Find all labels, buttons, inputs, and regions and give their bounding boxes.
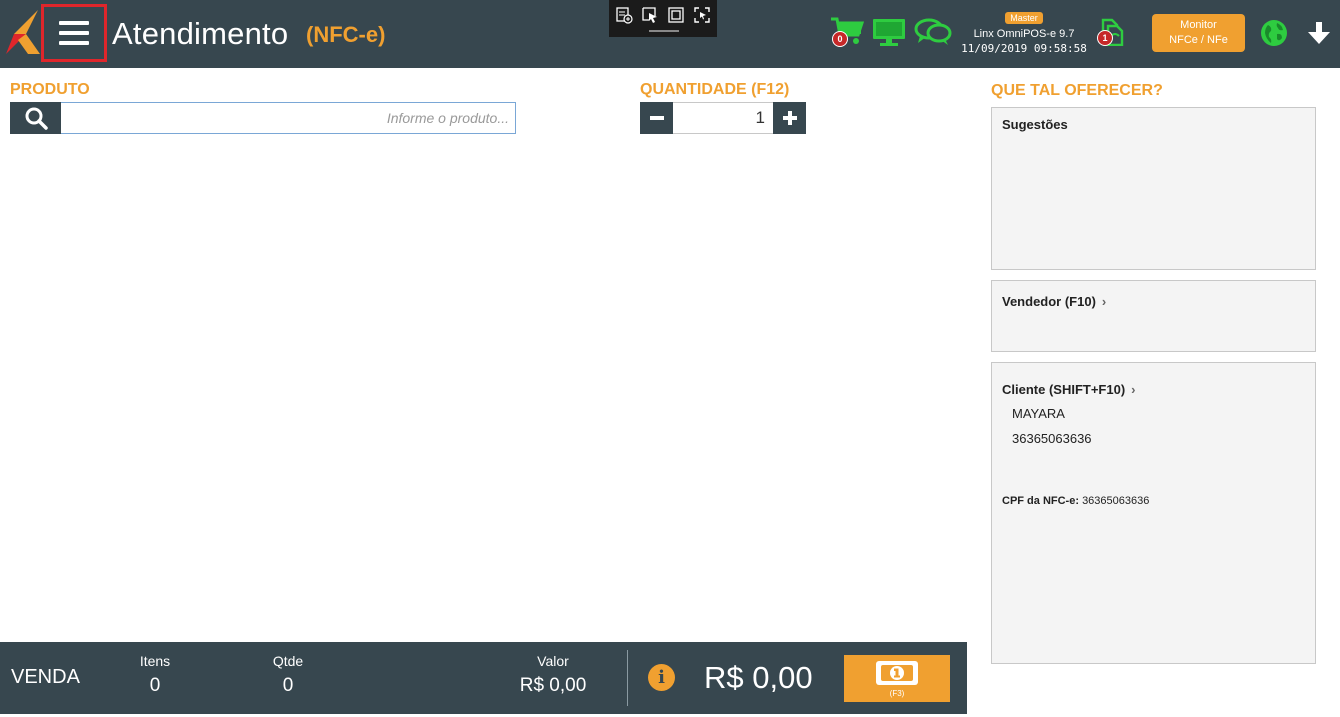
valor-label: Valor	[537, 653, 569, 669]
main-menu-button[interactable]	[41, 4, 107, 62]
toolbar-grip[interactable]	[649, 30, 679, 32]
header-bar: Atendimento (NFC-e) 0 Master Linx OmniPO…	[0, 0, 1340, 68]
itens-summary: Itens 0	[125, 653, 185, 697]
system-info: Master Linx OmniPOS-e 9.7 11/09/2019 09:…	[952, 8, 1096, 55]
sidebar-heading: QUE TAL OFERECER?	[991, 82, 1163, 99]
monitor-button-line2: NFCe / NFe	[1169, 34, 1228, 46]
fullscreen-snip-icon[interactable]	[693, 6, 711, 24]
cliente-name: MAYARA	[1012, 406, 1065, 421]
environment-badge: Master	[1005, 12, 1043, 24]
pay-hotkey: (F3)	[889, 689, 905, 698]
valor-value: R$ 0,00	[519, 675, 587, 696]
chat-icon[interactable]	[914, 18, 952, 46]
search-icon	[25, 107, 48, 130]
pay-button[interactable]: (F3)	[844, 655, 950, 702]
sugestoes-panel: Sugestões	[991, 107, 1316, 270]
cliente-document: 36365063636	[1012, 431, 1092, 446]
footer-divider	[627, 650, 628, 706]
sale-summary-bar: VENDA Itens 0 Qtde 0 Valor R$ 0,00 i R$ …	[0, 642, 967, 714]
sugestoes-title: Sugestões	[1002, 117, 1068, 132]
produto-label: PRODUTO	[10, 81, 90, 98]
minus-icon	[649, 116, 664, 120]
globe-icon[interactable]	[1260, 19, 1288, 47]
qtde-value: 0	[282, 675, 294, 696]
hamburger-icon	[59, 21, 89, 45]
sync-button[interactable]: 1	[1097, 18, 1125, 48]
quantidade-label: QUANTIDADE (F12)	[640, 81, 790, 98]
cpf-label: CPF da NFC-e:	[1002, 495, 1079, 507]
venda-label: VENDA	[11, 666, 80, 688]
vendedor-title: Vendedor (F10)	[1002, 294, 1096, 309]
sale-total: R$ 0,00	[704, 660, 813, 695]
cpf-nfce-line: CPF da NFC-e: 36365063636	[1002, 495, 1149, 507]
sync-count-badge: 1	[1097, 30, 1113, 46]
monitor-button-line1: Monitor	[1180, 19, 1217, 31]
qtde-label: Qtde	[272, 653, 304, 669]
product-search-input[interactable]	[61, 103, 515, 133]
linx-logo-icon	[6, 10, 40, 54]
system-name: Linx OmniPOS-e 9.7	[973, 28, 1075, 40]
valor-summary: Valor R$ 0,00	[508, 653, 598, 697]
arrow-down-icon[interactable]	[1306, 20, 1332, 46]
app-window: Atendimento (NFC-e) 0 Master Linx OmniPO…	[0, 0, 1340, 717]
quantity-stepper	[640, 102, 806, 134]
vendedor-title-row[interactable]: Vendedor (F10) ›	[1002, 294, 1106, 309]
cart-button[interactable]: 0	[830, 16, 865, 48]
monitor-icon[interactable]	[872, 18, 906, 46]
product-search	[10, 102, 516, 134]
page-title: Atendimento	[112, 16, 289, 51]
chevron-right-icon: ›	[1131, 382, 1136, 397]
cpf-value: 36365063636	[1082, 495, 1150, 507]
snipping-toolbar	[609, 0, 717, 37]
info-icon[interactable]: i	[648, 664, 675, 691]
cash-icon	[876, 661, 918, 685]
page-subtitle: (NFC-e)	[306, 22, 386, 47]
quantity-decrease-button[interactable]	[640, 102, 673, 134]
system-datetime: 11/09/2019 09:58:58	[961, 42, 1087, 55]
itens-label: Itens	[139, 653, 171, 669]
rect-snip-icon[interactable]	[667, 6, 685, 24]
monitor-nfce-button[interactable]: Monitor NFCe / NFe	[1152, 14, 1245, 52]
quantity-increase-button[interactable]	[773, 102, 806, 134]
cart-count-badge: 0	[832, 31, 848, 47]
chevron-right-icon: ›	[1101, 294, 1107, 309]
quantity-input[interactable]	[673, 102, 773, 134]
cliente-title-row[interactable]: Cliente (SHIFT+F10) ›	[1002, 382, 1136, 397]
cliente-title: Cliente (SHIFT+F10)	[1002, 382, 1126, 397]
plus-icon	[782, 111, 797, 125]
window-snip-icon[interactable]	[641, 6, 659, 24]
search-button[interactable]	[10, 102, 61, 134]
vendedor-panel[interactable]: Vendedor (F10) ›	[991, 280, 1316, 352]
new-snip-icon[interactable]	[615, 6, 633, 24]
cliente-panel[interactable]: Cliente (SHIFT+F10) › MAYARA 36365063636 …	[991, 362, 1316, 664]
itens-value: 0	[149, 675, 161, 696]
qtde-summary: Qtde 0	[258, 653, 318, 697]
